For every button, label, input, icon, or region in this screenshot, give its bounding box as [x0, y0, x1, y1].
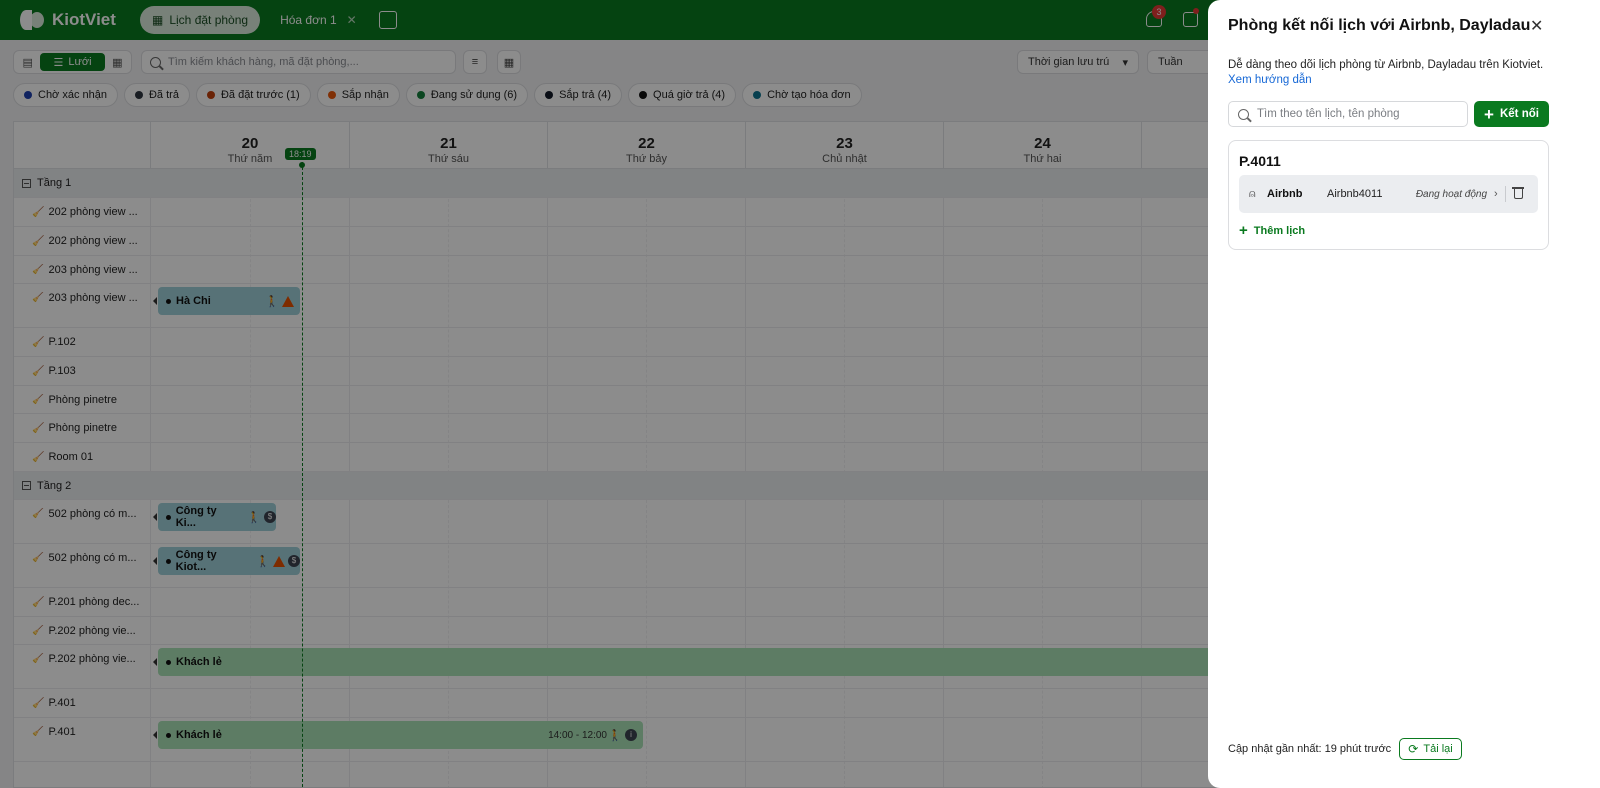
- calendar-name: Airbnb4011: [1327, 188, 1383, 200]
- airbnb-icon: ⍝: [1249, 187, 1256, 200]
- close-icon[interactable]: ✕: [1530, 16, 1543, 36]
- plus-icon: +: [1239, 222, 1248, 239]
- reload-button[interactable]: ⟳ Tải lại: [1399, 738, 1462, 760]
- room-title: P.4011: [1239, 153, 1281, 169]
- connect-button[interactable]: + Kết nối: [1474, 101, 1549, 127]
- connect-label: Kết nối: [1499, 108, 1539, 120]
- room-connection-card: P.4011 ⍝ Airbnb Airbnb4011 Đang hoạt độn…: [1228, 140, 1549, 250]
- airbnb-connection-drawer: Phòng kết nối lịch với Airbnb, Dayladau …: [1208, 0, 1600, 788]
- last-updated-text: Cập nhật gần nhất: 19 phút trước: [1228, 743, 1392, 755]
- refresh-icon: ⟳: [1408, 742, 1419, 756]
- drawer-title: Phòng kết nối lịch với Airbnb, Dayladau: [1228, 17, 1531, 34]
- add-calendar-label: Thêm lịch: [1253, 224, 1306, 237]
- plus-icon: +: [1484, 104, 1494, 124]
- trash-icon[interactable]: [1511, 187, 1524, 199]
- divider: [1504, 186, 1506, 202]
- platform-name: Airbnb: [1267, 188, 1303, 200]
- calendar-search-input[interactable]: Tìm theo tên lịch, tên phòng: [1228, 101, 1468, 127]
- drawer-description: Dễ dàng theo dõi lịch phòng từ Airbnb, D…: [1228, 59, 1544, 71]
- search-placeholder: Tìm theo tên lịch, tên phòng: [1257, 108, 1400, 120]
- calendar-connection-item[interactable]: ⍝ Airbnb Airbnb4011 Đang hoạt động ›: [1239, 175, 1538, 213]
- connection-status: Đang hoạt động: [1415, 188, 1487, 200]
- chevron-right-icon[interactable]: ›: [1494, 188, 1498, 200]
- search-icon: [1238, 108, 1249, 120]
- reload-label: Tải lại: [1423, 743, 1453, 755]
- guide-link[interactable]: Xem hướng dẫn: [1228, 74, 1312, 86]
- add-calendar-button[interactable]: + Thêm lịch: [1239, 223, 1305, 238]
